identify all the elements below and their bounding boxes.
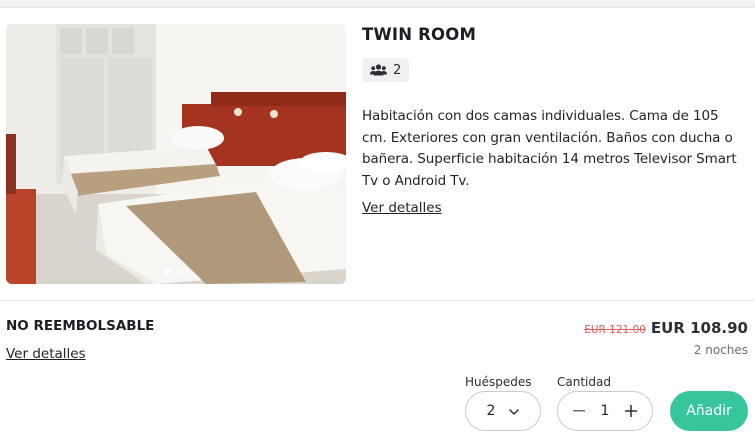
room-photo-illustration [6,24,346,284]
quantity-value: 1 [600,403,610,419]
room-photo[interactable] [6,24,346,284]
minus-icon[interactable] [568,400,590,422]
price-block: EUR 121.00 EUR 108.90 [584,319,748,337]
users-icon [370,64,387,76]
original-price: EUR 121.00 [584,324,646,336]
add-button[interactable]: Añadir [670,391,748,431]
section-divider [0,300,755,301]
carousel-dot[interactable] [177,268,184,275]
guests-label: Huéspedes [465,375,532,389]
quantity-label: Cantidad [557,375,611,389]
quantity-stepper: 1 [557,391,653,431]
guests-capacity-count: 2 [393,62,402,78]
chevron-down-icon [509,403,520,419]
guests-capacity-badge: 2 [362,58,410,82]
guests-select-value: 2 [486,403,496,419]
top-divider-strip [0,0,755,8]
room-details-link[interactable]: Ver detalles [362,200,442,216]
plus-icon[interactable] [620,400,642,422]
guests-select[interactable]: 2 [465,391,541,431]
rate-details-link[interactable]: Ver detalles [6,346,86,362]
carousel-dot[interactable] [164,268,171,275]
nights-count: 2 noches [693,343,748,357]
carousel-dots [164,268,184,275]
rate-name: NO REEMBOLSABLE [6,318,155,334]
discounted-price: EUR 108.90 [650,319,748,337]
room-card: TWIN ROOM 2 Habitación con dos camas ind… [0,8,755,300]
room-description: Habitación con dos camas individuales. C… [362,108,737,189]
room-title: TWIN ROOM [362,25,477,44]
